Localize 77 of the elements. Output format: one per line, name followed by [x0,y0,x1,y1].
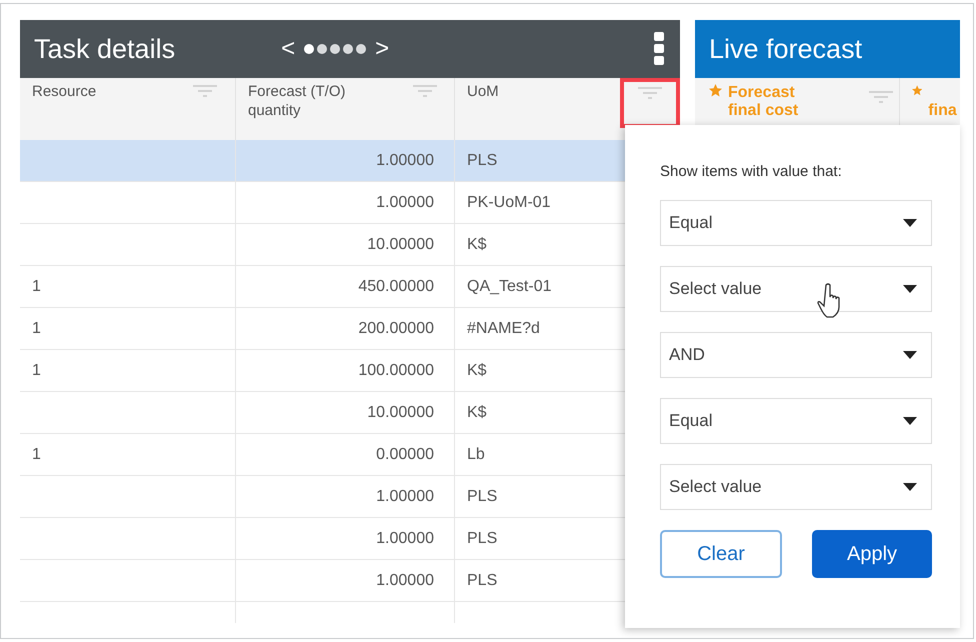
dropdown[interactable]: Equal [660,398,932,444]
table-cell: 200.00000 [236,308,455,349]
caret-icon [903,417,917,425]
page-dot[interactable] [343,44,354,54]
dropdown-value: Equal [669,213,712,233]
next-button[interactable]: > [369,35,396,63]
dropdown-value: AND [669,345,705,365]
page-dot[interactable] [330,44,340,54]
table-row[interactable]: 1.00000 PLS [20,140,625,182]
dropdown[interactable]: AND [660,332,932,378]
panel-title: Live forecast [709,34,862,64]
apply-button[interactable]: Apply [812,530,932,578]
table-row[interactable]: 1 100.00000 K$ [20,350,625,392]
dropdown[interactable]: Select value [660,266,932,312]
popup-title: Show items with value that: [660,163,843,180]
page-dot[interactable] [317,44,328,54]
column-header[interactable]: Resource [20,78,236,140]
more-options-icon [654,32,664,66]
table-cell-text: #NAME?d [466,318,541,338]
table-cell: 10.00000 [236,224,455,265]
table-cell: 1 [20,350,236,391]
table-cell: 1.00000 [236,476,455,517]
column-title: Forecast (T/O) quantity [248,82,347,120]
table-row[interactable]: 1 450.00000 QA_Test-01 [20,266,625,308]
table-cell-text: K$ [466,402,488,422]
table-row[interactable]: 10.00000 K$ [20,392,625,434]
dropdown[interactable]: Select value [660,464,932,510]
table-cell: 1.00000 [236,518,455,559]
caret-icon [903,219,917,227]
table-row[interactable]: 1.00000 PLS [20,476,625,518]
table-cell: 1 [20,434,236,475]
table-cell: 1.00000 [236,560,455,601]
table-cell-text: K$ [466,234,488,254]
dropdown-value: Equal [669,411,712,431]
table-cell-text: PLS [466,570,498,590]
table-cell-text: PLS [466,528,498,548]
table-cell-text: K$ [466,360,488,380]
panel-title: Task details [34,34,176,64]
table-cell: 1.00000 [236,140,455,181]
page-dot[interactable] [304,44,314,54]
table-cell: 450.00000 [236,266,455,307]
table-cell: 1 [20,266,236,307]
caret-icon [903,285,917,293]
table-cell-text: PK-UoM-01 [466,192,552,212]
table-cell-text: PLS [466,150,498,170]
filter-icon [193,84,217,98]
clear-button[interactable]: Clear [660,530,782,578]
table-cell-text: Lb [466,444,486,464]
filter-icon [638,86,662,100]
column-title: UoM [467,82,499,101]
filter-icon [869,90,893,104]
table-cell: 1 [20,308,236,349]
table-row[interactable]: 1.00000 PLS [20,560,625,602]
caret-icon [903,483,917,491]
dropdown[interactable]: Equal [660,200,932,246]
column-title: Forecast final cost [728,84,800,120]
table-row[interactable]: 10.00000 K$ [20,224,625,266]
table-row[interactable]: 1.00000 PLS [20,518,625,560]
column-title: fina [928,102,958,120]
table-row[interactable]: 1 0.00000 Lb [20,434,625,476]
table-cell-text: QA_Test-01 [466,276,552,296]
dropdown-value: Select value [669,477,762,497]
table-cell-text: PLS [466,486,498,506]
table-cell: 0.00000 [236,434,455,475]
table-cell: 10.00000 [236,392,455,433]
table-row[interactable]: 1.00000 PK-UoM-01 [20,182,625,224]
filter-icon [413,84,438,98]
column-header[interactable]: Forecast (T/O) quantity [236,78,455,140]
previous-button[interactable]: < [275,35,302,63]
column-title: Resource [32,82,96,101]
dropdown-value: Select value [669,279,762,299]
table-cell: 100.00000 [236,350,455,391]
column-header[interactable]: UoM [455,78,680,140]
table-row[interactable]: 1 200.00000 #NAME?d [20,308,625,350]
page-dot[interactable] [356,44,366,54]
caret-icon [903,351,917,359]
table-cell: 1.00000 [236,182,455,223]
